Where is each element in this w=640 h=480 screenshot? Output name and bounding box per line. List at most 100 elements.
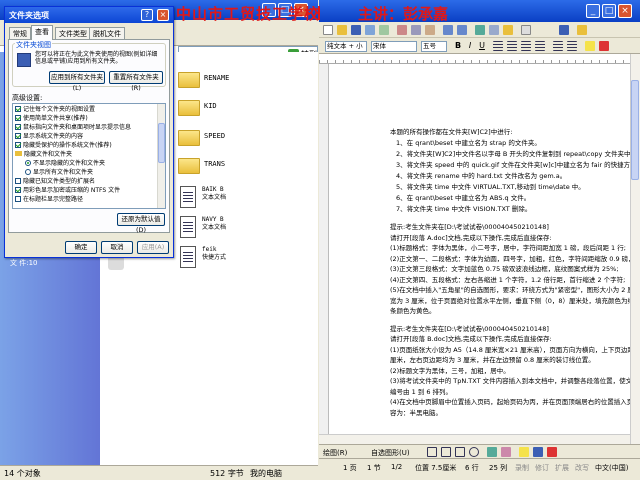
help-button[interactable]: ? xyxy=(141,9,153,21)
file-item-feik[interactable]: feik 快捷方式 xyxy=(178,244,278,274)
text-color-icon[interactable] xyxy=(547,447,557,457)
ok-button[interactable]: 确定 xyxy=(65,241,97,254)
align-right-icon[interactable] xyxy=(521,41,531,51)
horizontal-ruler[interactable] xyxy=(319,54,640,64)
dialog-close-button[interactable]: × xyxy=(157,9,169,21)
font-size-select[interactable]: 五号 xyxy=(421,41,447,52)
table-icon[interactable] xyxy=(475,25,485,35)
oval-icon[interactable] xyxy=(469,447,479,457)
word-maximize-button[interactable]: □ xyxy=(602,4,616,18)
rectangle-icon[interactable] xyxy=(455,447,465,457)
small-folder-icon[interactable] xyxy=(108,256,124,270)
checkbox-icon[interactable] xyxy=(15,142,21,148)
redo-icon[interactable] xyxy=(457,25,467,35)
bullets-icon[interactable] xyxy=(567,41,577,51)
radio-icon[interactable] xyxy=(25,160,31,166)
status-record[interactable]: 录制 xyxy=(515,463,529,473)
tree-item[interactable]: 显示系统文件夹的内容 xyxy=(15,133,83,141)
reset-all-folders-button[interactable]: 重置所有文件夹(R) xyxy=(109,71,163,92)
apply-to-all-folders-button[interactable]: 应用到所有文件夹(L) xyxy=(49,71,105,92)
status-revision[interactable]: 修订 xyxy=(535,463,549,473)
word-minimize-button[interactable]: _ xyxy=(586,4,600,18)
folder-item-rename[interactable]: RENAME xyxy=(178,68,278,92)
document-page[interactable]: 本题的所有操作都在文件夹[W]C2]中进行: 1、在 qrant\beset 中建… xyxy=(330,64,630,434)
advanced-settings-tree[interactable]: 记住每个文件夹的视图设置 使用简单文件共享(推荐) 鼠标指向文件夹和桌面项时显示… xyxy=(12,103,166,209)
line-color-icon[interactable] xyxy=(533,447,543,457)
align-center-icon[interactable] xyxy=(507,41,517,51)
tree-item[interactable]: 记住每个文件夹的视图设置 xyxy=(15,106,95,114)
tree-item[interactable]: 使用简单文件共享(推荐) xyxy=(15,115,88,123)
vertical-scroll-thumb[interactable] xyxy=(631,80,639,180)
folder-item-trans[interactable]: TRANS xyxy=(178,154,278,178)
paste-icon[interactable] xyxy=(425,25,435,35)
open-folder-icon[interactable] xyxy=(337,25,347,35)
justify-icon[interactable] xyxy=(535,41,545,51)
undo-icon[interactable] xyxy=(443,25,453,35)
document-line: 编号由 1 到 6 排列。 xyxy=(390,387,453,396)
font-select[interactable]: 宋体 xyxy=(371,41,417,52)
status-overtype[interactable]: 改写 xyxy=(575,463,589,473)
textbox-icon[interactable] xyxy=(487,447,497,457)
restore-defaults-button[interactable]: 还原为默认值(D) xyxy=(117,213,165,234)
columns-icon[interactable] xyxy=(489,25,499,35)
bold-icon[interactable]: B xyxy=(453,41,463,51)
tree-item[interactable]: 隐藏受保护的操作系统文件(推荐) xyxy=(15,142,112,150)
arrow-icon[interactable] xyxy=(441,447,451,457)
radio-icon[interactable] xyxy=(25,169,31,175)
help-icon[interactable] xyxy=(559,25,569,35)
preview-icon[interactable] xyxy=(379,25,389,35)
tree-scroll-thumb[interactable] xyxy=(158,123,165,163)
checkbox-icon[interactable] xyxy=(15,178,21,184)
document-horizontal-scrollbar[interactable] xyxy=(319,434,630,444)
document-line: 2、将文件夹[W]C2]中文件名以字母 B 开头的文件复制到 repeat\co… xyxy=(396,150,630,158)
apply-button[interactable]: 应用(A) xyxy=(137,241,169,254)
new-document-icon[interactable] xyxy=(323,25,333,35)
save-icon[interactable] xyxy=(351,25,361,35)
tab-general[interactable]: 常规 xyxy=(9,27,31,39)
tab-view[interactable]: 查看 xyxy=(31,25,53,40)
folder-item-speed[interactable]: SPEED xyxy=(178,126,278,150)
tree-item[interactable]: 隐藏已知文件类型的扩展名 xyxy=(15,178,95,186)
drawing-icon[interactable] xyxy=(503,25,513,35)
underline-icon[interactable]: U xyxy=(477,41,487,51)
status-extend[interactable]: 扩展 xyxy=(555,463,569,473)
document-line: (3)将考试文件夹中的 TpN.TXT 文件内容插入到本文档中，并调整各段落位置… xyxy=(390,377,630,385)
checkbox-icon[interactable] xyxy=(15,187,21,193)
align-left-icon[interactable] xyxy=(493,41,503,51)
style-select[interactable]: 纯文本 + 小 xyxy=(325,41,367,52)
tree-item[interactable]: 在标题栏显示完整路径 xyxy=(15,196,83,204)
checkbox-icon[interactable] xyxy=(15,196,21,202)
file-item-baik[interactable]: BAIK B 文本文档 xyxy=(178,184,278,214)
tab-offline-files[interactable]: 脱机文件 xyxy=(89,27,125,39)
numbering-icon[interactable] xyxy=(553,41,563,51)
folder-item-kid[interactable]: KID xyxy=(178,96,278,120)
document-line: 本题的所有操作都在文件夹[W]C2]中进行: xyxy=(390,128,513,136)
cut-icon[interactable] xyxy=(397,25,407,35)
tree-item[interactable]: 不显示隐藏的文件和文件夹 xyxy=(25,160,105,168)
text-file-icon xyxy=(180,216,196,238)
checkbox-icon[interactable] xyxy=(15,133,21,139)
cancel-button[interactable]: 取消 xyxy=(101,241,133,254)
autoshapes-menu[interactable]: 自选图形(U) xyxy=(371,448,410,458)
tree-item[interactable]: 鼠标指向文件夹和桌面项时显示提示信息 xyxy=(15,124,131,132)
tab-file-types[interactable]: 文件类型 xyxy=(55,27,91,39)
zoom-icon[interactable] xyxy=(521,25,531,35)
italic-icon[interactable]: I xyxy=(465,41,475,51)
font-color-icon[interactable] xyxy=(599,41,609,51)
print-icon[interactable] xyxy=(365,25,375,35)
wordart-icon[interactable] xyxy=(501,447,511,457)
checkbox-icon[interactable] xyxy=(15,115,21,121)
checkbox-icon[interactable] xyxy=(15,106,21,112)
read-icon[interactable] xyxy=(577,25,587,35)
highlight-icon[interactable] xyxy=(585,41,595,51)
word-close-button[interactable]: × xyxy=(618,4,632,18)
checkbox-icon[interactable] xyxy=(15,124,21,130)
copy-icon[interactable] xyxy=(411,25,421,35)
fill-color-icon[interactable] xyxy=(519,447,529,457)
line-icon[interactable] xyxy=(427,447,437,457)
file-item-navy[interactable]: NAVY B 文本文档 xyxy=(178,214,278,244)
tree-item[interactable]: 用彩色显示加密或压缩的 NTFS 文件 xyxy=(15,187,120,195)
tree-item[interactable]: 显示所有文件和文件夹 xyxy=(25,169,93,177)
draw-menu[interactable]: 绘图(R) xyxy=(323,448,347,458)
formatting-toolbar: 纯文本 + 小 宋体 五号 B I U xyxy=(319,38,640,54)
